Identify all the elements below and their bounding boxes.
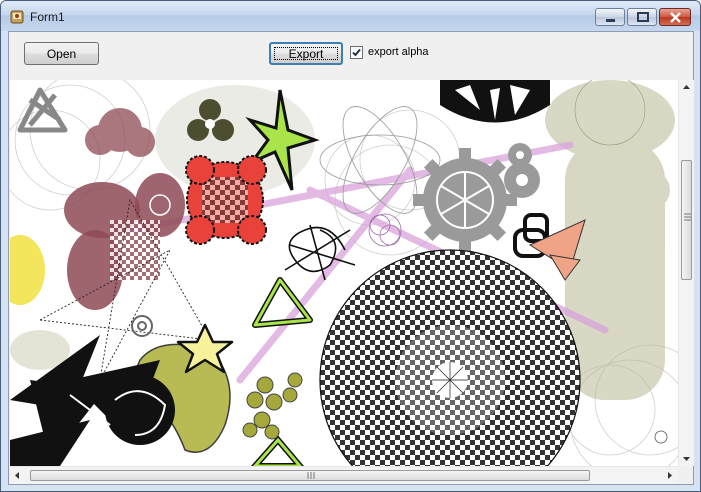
scroll-down-arrow-icon[interactable] xyxy=(679,451,694,466)
maximize-icon xyxy=(637,12,649,22)
drawing-canvas[interactable] xyxy=(10,80,678,466)
toolbar: Open Export export alpha xyxy=(9,32,693,80)
app-window: Form1 Open Export export alpha xyxy=(0,0,701,492)
title-bar[interactable]: Form1 xyxy=(1,1,700,31)
maximize-button[interactable] xyxy=(627,8,657,26)
scroll-up-arrow-icon[interactable] xyxy=(679,80,694,95)
minimize-icon xyxy=(606,19,615,22)
open-button-label: Open xyxy=(46,46,77,61)
open-button[interactable]: Open xyxy=(24,42,99,65)
scrollbar-corner xyxy=(678,466,693,483)
focus-rectangle xyxy=(274,47,338,60)
horizontal-scroll-thumb[interactable] xyxy=(30,470,590,481)
window-title: Form1 xyxy=(30,10,65,24)
horizontal-scrollbar[interactable] xyxy=(10,466,678,484)
minimize-button[interactable] xyxy=(595,8,625,26)
vertical-scrollbar[interactable] xyxy=(678,80,694,466)
app-icon xyxy=(10,10,24,24)
checkmark-icon xyxy=(352,48,361,57)
canvas-artwork xyxy=(10,80,678,466)
scroll-left-arrow-icon[interactable] xyxy=(10,468,25,483)
scroll-right-arrow-icon[interactable] xyxy=(662,468,677,483)
client-area: Open Export export alpha xyxy=(8,31,694,485)
grip-icon xyxy=(684,213,691,221)
grip-icon xyxy=(307,472,315,479)
export-alpha-checkbox[interactable] xyxy=(350,46,363,59)
export-button[interactable]: Export xyxy=(269,42,343,65)
close-button[interactable] xyxy=(659,8,691,26)
vertical-scroll-thumb[interactable] xyxy=(681,160,692,280)
close-icon xyxy=(670,12,681,23)
export-alpha-label[interactable]: export alpha xyxy=(368,46,429,58)
